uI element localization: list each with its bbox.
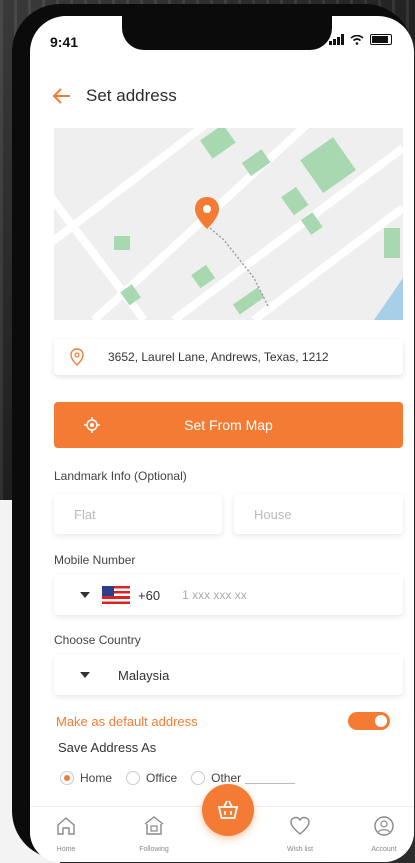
landmark-label: Landmark Info (Optional)	[54, 469, 187, 483]
location-pin-icon	[70, 348, 84, 366]
house-input[interactable]: House	[234, 494, 403, 534]
radio-other-dot	[191, 771, 206, 785]
address-type-radios: Home Office Other	[60, 768, 309, 788]
following-icon	[144, 816, 164, 835]
nav-wishlist[interactable]: Wish list	[270, 815, 330, 853]
save-address-label: Save Address As	[58, 740, 157, 755]
country-value: Malaysia	[118, 667, 170, 683]
radio-home-label: Home	[80, 771, 113, 785]
default-address-label: Make as default address	[56, 713, 198, 729]
country-code: +60	[138, 587, 161, 603]
radio-office-label: Office	[146, 771, 178, 785]
other-input-line[interactable]	[245, 773, 296, 784]
caret-down-icon[interactable]	[80, 592, 90, 598]
default-address-row: Make as default address	[56, 710, 408, 732]
cart-icon	[217, 800, 239, 819]
target-icon	[84, 417, 100, 433]
nav-account[interactable]: Account	[354, 815, 414, 853]
country-label: Choose Country	[54, 633, 141, 647]
nav-home-label: Home	[56, 846, 76, 853]
toggle-knob	[375, 715, 387, 727]
address-card[interactable]: 3652, Laurel Lane, Andrews, Texas, 1212	[54, 339, 403, 375]
nav-following[interactable]: Following	[124, 815, 184, 853]
set-from-map-label: Set From Map	[184, 417, 273, 433]
flag-icon	[102, 586, 130, 604]
address-text: 3652, Laurel Lane, Andrews, Texas, 1212	[108, 350, 329, 364]
status-icons	[329, 34, 392, 45]
map-graphic	[54, 128, 403, 320]
mobile-number-input[interactable]: +60 1 xxx xxx xx	[54, 575, 403, 615]
signal-icon	[329, 34, 344, 45]
account-icon	[374, 816, 394, 836]
caret-down-icon[interactable]	[80, 672, 90, 678]
status-time: 9:41	[50, 34, 79, 50]
default-address-toggle[interactable]	[348, 712, 390, 730]
radio-office[interactable]: Office	[126, 771, 177, 785]
app-screen: 9:41 Set address 3652, Laurel Lane, Andr…	[30, 16, 414, 862]
radio-home-dot	[60, 771, 74, 785]
cart-button[interactable]	[202, 784, 254, 836]
nav-account-label: Account	[371, 846, 397, 853]
mobile-label: Mobile Number	[54, 553, 136, 567]
page-header: Set address	[30, 76, 414, 116]
nav-following-label: Following	[139, 846, 169, 853]
map-view[interactable]	[54, 128, 403, 320]
back-arrow-icon[interactable]	[50, 84, 74, 108]
flat-input[interactable]: Flat	[54, 494, 222, 534]
nav-wishlist-label: Wish list	[286, 846, 314, 853]
set-from-map-button[interactable]: Set From Map	[54, 402, 403, 448]
radio-home[interactable]: Home	[60, 771, 112, 785]
radio-office-dot	[126, 771, 141, 785]
heart-icon	[290, 816, 310, 835]
mobile-placeholder: 1 xxx xxx xx	[182, 588, 247, 602]
country-select[interactable]: Malaysia	[54, 655, 403, 695]
page-title: Set address	[86, 86, 177, 105]
radio-other-label: Other	[211, 771, 242, 785]
home-icon	[57, 817, 75, 835]
location-pin-icon	[195, 197, 219, 229]
notch	[122, 16, 332, 50]
nav-home[interactable]: Home	[36, 815, 96, 853]
phone-frame: 9:41 Set address 3652, Laurel Lane, Andr…	[12, 4, 414, 862]
battery-icon	[370, 34, 392, 45]
flat-placeholder: Flat	[74, 506, 96, 522]
wifi-icon	[350, 34, 364, 45]
house-placeholder: House	[254, 506, 292, 522]
radio-other[interactable]: Other	[191, 771, 296, 785]
